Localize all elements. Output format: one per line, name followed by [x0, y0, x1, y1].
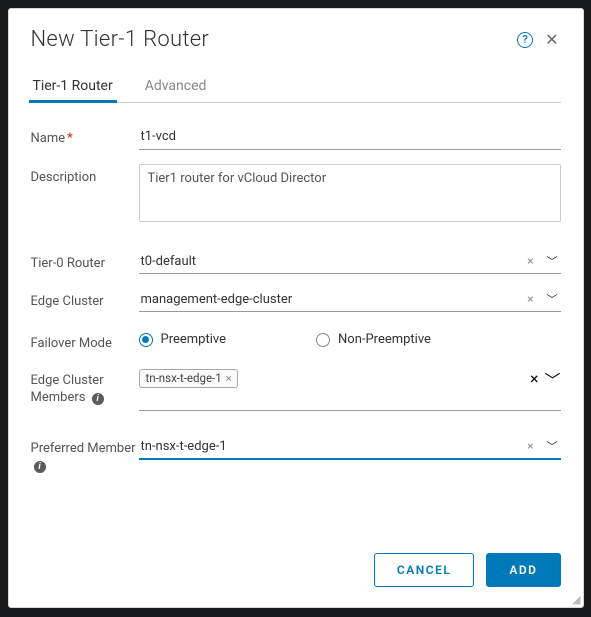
tab-bar: Tier-1 Router Advanced [31, 72, 561, 103]
row-name: Name* [31, 125, 561, 150]
radio-icon [139, 333, 153, 347]
failover-radio-group: Preemptive Non-Preemptive [139, 330, 561, 347]
row-edge-members: Edge Cluster Members i tn-nsx-t-edge-1 ×… [31, 367, 561, 411]
chevron-down-icon[interactable]: ﹀ [543, 438, 561, 454]
label-name: Name* [31, 125, 139, 148]
radio-icon [316, 333, 330, 347]
chip-label: tn-nsx-t-edge-1 [146, 371, 222, 385]
row-preferred-member: Preferred Member i × ﹀ [31, 435, 561, 475]
preferred-member-clear-icon[interactable]: × [524, 439, 536, 453]
edge-cluster-value: management-edge-cluster [139, 292, 519, 307]
tab-advanced[interactable]: Advanced [143, 72, 209, 102]
label-tier0: Tier-0 Router [31, 250, 139, 273]
modal-backdrop: New Tier-1 Router ? ✕ Tier-1 Router Adva… [0, 0, 591, 617]
tier0-router-value: t0-default [139, 254, 519, 269]
name-input[interactable] [139, 125, 561, 150]
form: Name* Description Tier1 router for vClou… [31, 125, 561, 475]
info-icon[interactable]: i [34, 461, 46, 473]
label-edge-cluster: Edge Cluster [31, 288, 139, 311]
modal-title: New Tier-1 Router [31, 27, 210, 52]
add-button[interactable]: Add [486, 553, 560, 587]
edge-member-chip: tn-nsx-t-edge-1 × [139, 369, 238, 388]
modal-header: New Tier-1 Router ? ✕ [31, 27, 561, 52]
description-textarea[interactable]: Tier1 router for vCloud Director [139, 164, 561, 222]
edge-cluster-select[interactable]: management-edge-cluster × ﹀ [139, 288, 561, 312]
chevron-down-icon[interactable]: ﹀ [544, 367, 560, 391]
preferred-member-select[interactable]: × ﹀ [139, 435, 561, 460]
preferred-member-input[interactable] [139, 438, 519, 455]
radio-preemptive[interactable]: Preemptive [139, 332, 227, 347]
radio-label: Non-Preemptive [338, 332, 431, 347]
row-description: Description Tier1 router for vCloud Dire… [31, 164, 561, 226]
help-icon[interactable]: ? [517, 32, 533, 48]
label-failover: Failover Mode [31, 330, 139, 353]
tier0-router-select[interactable]: t0-default × ﹀ [139, 250, 561, 274]
label-edge-members: Edge Cluster Members i [31, 367, 139, 407]
tier0-clear-icon[interactable]: × [524, 254, 536, 268]
tab-tier1-router[interactable]: Tier-1 Router [31, 72, 115, 102]
new-tier1-router-modal: New Tier-1 Router ? ✕ Tier-1 Router Adva… [8, 8, 584, 608]
edge-cluster-clear-icon[interactable]: × [524, 292, 536, 306]
radio-non-preemptive[interactable]: Non-Preemptive [316, 332, 431, 347]
close-icon[interactable]: ✕ [543, 30, 560, 50]
chevron-down-icon[interactable]: ﹀ [543, 291, 561, 307]
row-edge-cluster: Edge Cluster management-edge-cluster × ﹀ [31, 288, 561, 312]
edge-members-clear-icon[interactable]: × [530, 369, 539, 388]
info-icon[interactable]: i [92, 393, 104, 405]
modal-footer: Cancel Add [31, 535, 561, 587]
row-tier0: Tier-0 Router t0-default × ﹀ [31, 250, 561, 274]
radio-label: Preemptive [161, 332, 227, 347]
edge-members-multiselect[interactable]: tn-nsx-t-edge-1 × × ﹀ [139, 367, 561, 411]
chevron-down-icon[interactable]: ﹀ [543, 253, 561, 269]
label-description: Description [31, 164, 139, 187]
chip-remove-icon[interactable]: × [226, 372, 232, 385]
cancel-button[interactable]: Cancel [374, 553, 474, 587]
label-preferred-member: Preferred Member i [31, 435, 139, 475]
row-failover: Failover Mode Preemptive Non-Preemptive [31, 330, 561, 353]
resize-handle-icon[interactable]: ◢ [572, 594, 580, 605]
